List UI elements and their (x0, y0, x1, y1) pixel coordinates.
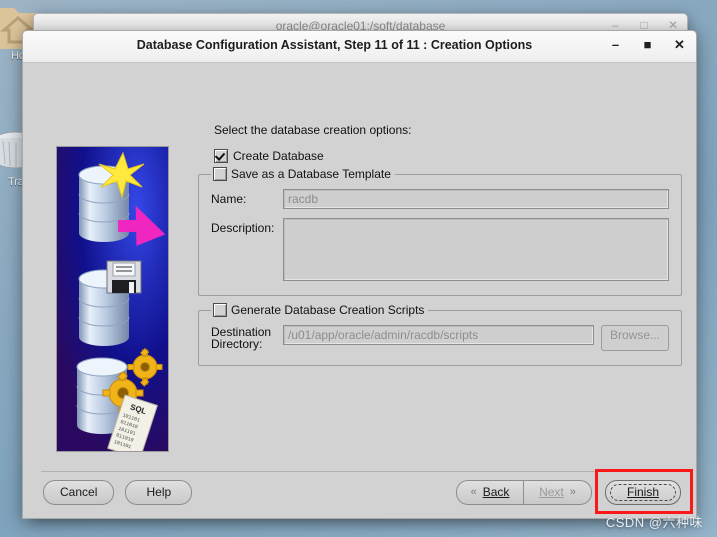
cancel-button[interactable]: Cancel (43, 480, 115, 505)
dbca-minimize-icon[interactable]: – (609, 37, 622, 53)
template-description-input[interactable] (283, 218, 669, 281)
dbca-maximize-icon[interactable]: ■ (641, 37, 654, 53)
destination-directory-input[interactable]: /u01/app/oracle/admin/racdb/scripts (283, 325, 594, 345)
dbca-banner-image: SQL 101101 011010 101101 011010 101101 (56, 146, 169, 452)
generate-scripts-title[interactable]: Generate Database Creation Scripts (211, 303, 429, 317)
generate-scripts-label: Generate Database Creation Scripts (231, 303, 425, 317)
left-button-group: Cancel Help (43, 480, 193, 505)
template-description-label: Description: (211, 221, 275, 235)
next-button: Next » (524, 480, 592, 505)
create-database-checkbox[interactable] (214, 149, 228, 163)
save-template-label: Save as a Database Template (231, 167, 391, 181)
help-button[interactable]: Help (125, 480, 193, 505)
finish-button-label: Finish (626, 485, 659, 499)
template-name-label: Name: (211, 192, 247, 206)
chevron-left-icon: « (470, 486, 477, 498)
destination-label-line2: Directory: (211, 337, 263, 351)
destination-directory-label: Destination Directory: (211, 325, 283, 350)
destination-directory-row: Destination Directory: /u01/app/oracle/a… (211, 325, 669, 351)
intro-text: Select the database creation options: (214, 123, 412, 137)
dbca-client-area: SQL 101101 011010 101101 011010 101101 Sel… (23, 63, 696, 518)
back-button[interactable]: « Back (456, 480, 524, 505)
browse-button[interactable]: Browse... (600, 325, 669, 351)
chevron-right-icon: » (569, 486, 576, 498)
template-description-row: Description: (211, 218, 669, 281)
finish-button-wrapper: Finish (595, 469, 693, 514)
dbca-window-controls: – ■ ✕ (609, 37, 686, 53)
dbca-content: Select the database creation options: Cr… (186, 123, 682, 380)
watermark-text: CSDN @六种味 (605, 515, 703, 530)
button-bar-separator (41, 471, 678, 472)
next-button-label: Next (539, 485, 564, 499)
generate-scripts-group: Generate Database Creation Scripts Desti… (198, 303, 682, 366)
create-database-label: Create Database (233, 149, 324, 163)
dbca-close-icon[interactable]: ✕ (673, 37, 686, 53)
save-template-title[interactable]: Save as a Database Template (211, 167, 395, 181)
dbca-dialog[interactable]: Database Configuration Assistant, Step 1… (22, 30, 697, 519)
dbca-titlebar[interactable]: Database Configuration Assistant, Step 1… (23, 31, 696, 63)
save-template-checkbox[interactable] (213, 167, 227, 181)
template-name-input[interactable]: racdb (283, 189, 669, 209)
create-database-checkbox-row[interactable]: Create Database (214, 149, 682, 163)
right-button-group: « Back Next » Finish (456, 469, 693, 514)
generate-scripts-checkbox[interactable] (213, 303, 227, 317)
template-name-row: Name: racdb (211, 189, 669, 209)
desktop-background: Ho Tra oracle@oracle01:/soft/database – … (0, 0, 717, 537)
dialog-button-bar: Cancel Help « Back Next » Finish (23, 469, 696, 514)
back-button-label: Back (482, 485, 510, 499)
finish-button[interactable]: Finish (605, 480, 681, 505)
save-template-group: Save as a Database Template Name: racdb … (198, 167, 682, 296)
navigation-button-pair: « Back Next » (456, 480, 592, 505)
dbca-title: Database Configuration Assistant, Step 1… (136, 38, 533, 52)
